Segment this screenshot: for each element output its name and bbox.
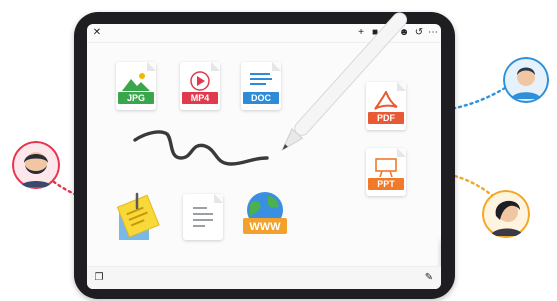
user-avatar-bottom-right[interactable] [482, 190, 530, 238]
sticky-note[interactable] [115, 192, 163, 244]
www-label: WWW [249, 221, 281, 233]
mp4-file[interactable]: MP4 [180, 62, 220, 110]
play-icon [190, 71, 210, 91]
close-icon[interactable]: ✕ [91, 27, 103, 39]
pen-stroke [133, 130, 269, 166]
more-icon[interactable]: ⋯ [427, 27, 439, 39]
ppt-label: PPT [368, 178, 404, 190]
mp4-label: MP4 [182, 92, 218, 104]
document-lines-icon [193, 207, 213, 227]
web-link[interactable]: WWW [240, 190, 290, 242]
user-avatar-top-right[interactable] [503, 57, 549, 103]
copy-icon[interactable]: ❐ [93, 272, 105, 284]
bottom-toolbar: ❐ ✎ [87, 266, 441, 289]
jpg-label: JPG [118, 92, 154, 104]
image-icon [122, 73, 150, 91]
stylus-pen [281, 12, 408, 152]
user-avatar-left[interactable] [12, 141, 60, 189]
pencil-icon[interactable]: ✎ [423, 272, 435, 284]
jpg-file[interactable]: JPG [116, 62, 156, 110]
text-document[interactable] [183, 194, 223, 240]
